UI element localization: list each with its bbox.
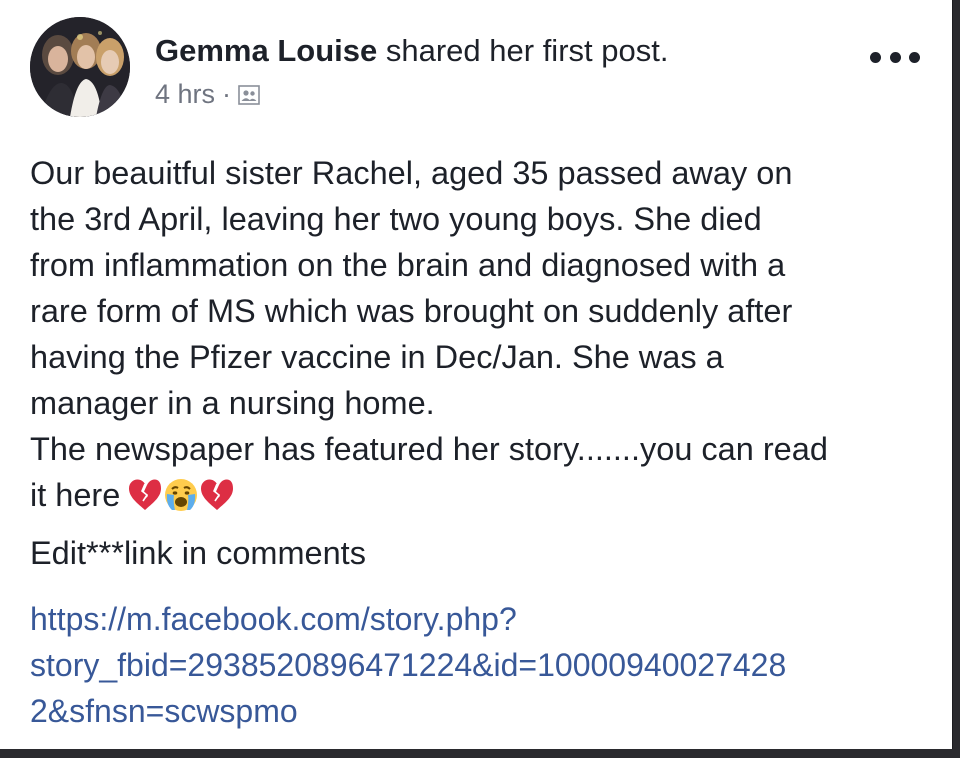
broken-heart-icon <box>129 479 162 510</box>
emoji-row <box>127 477 235 513</box>
more-dot <box>909 51 920 63</box>
crying-face-icon <box>165 479 198 511</box>
post-body-line: from inflammation on the brain and diagn… <box>30 247 786 283</box>
avatar-photo <box>30 17 130 117</box>
post-link[interactable]: https://m.facebook.com/story.php? story_… <box>30 596 945 734</box>
post-body-line: The newspaper has featured her story....… <box>30 431 828 467</box>
post-body-line: manager in a nursing home. <box>30 385 435 421</box>
author-line: Gemma Louise shared her first post. <box>155 33 668 69</box>
post-link-line[interactable]: https://m.facebook.com/story.php? <box>30 596 945 642</box>
more-dot <box>889 51 901 63</box>
post-body: Our beauitful sister Rachel, aged 35 pas… <box>30 150 945 518</box>
post-body-line-last: it here <box>30 472 945 518</box>
post-body-line: having the Pfizer vaccine in Dec/Jan. Sh… <box>30 339 724 375</box>
post-meta: 4 hrs · <box>155 79 260 110</box>
post-body-line: the 3rd April, leaving her two young boy… <box>30 201 762 237</box>
edit-note: Edit***link in comments <box>30 535 366 571</box>
friends-icon[interactable] <box>238 84 260 105</box>
post-body-line: it here <box>30 477 121 513</box>
author-name[interactable]: Gemma Louise <box>155 33 377 68</box>
author-action: shared her first post. <box>385 33 669 68</box>
post-card: Gemma Louise shared her first post. 4 hr… <box>0 0 953 749</box>
meta-separator: · <box>222 79 232 109</box>
post-body-line: Our beauitful sister Rachel, aged 35 pas… <box>30 155 793 191</box>
post-timestamp[interactable]: 4 hrs <box>155 79 215 110</box>
broken-heart-icon <box>201 479 234 510</box>
more-dot <box>870 51 881 63</box>
post-body-line: rare form of MS which was brought on sud… <box>30 293 793 329</box>
avatar[interactable] <box>30 17 130 117</box>
post-link-line[interactable]: 2&sfnsn=scwspmo <box>30 688 945 734</box>
post-header: Gemma Louise shared her first post. 4 hr… <box>30 17 932 117</box>
more-options-icon[interactable] <box>870 47 920 67</box>
post-link-line[interactable]: story_fbid=2938520896471224&id=100009400… <box>30 642 945 688</box>
